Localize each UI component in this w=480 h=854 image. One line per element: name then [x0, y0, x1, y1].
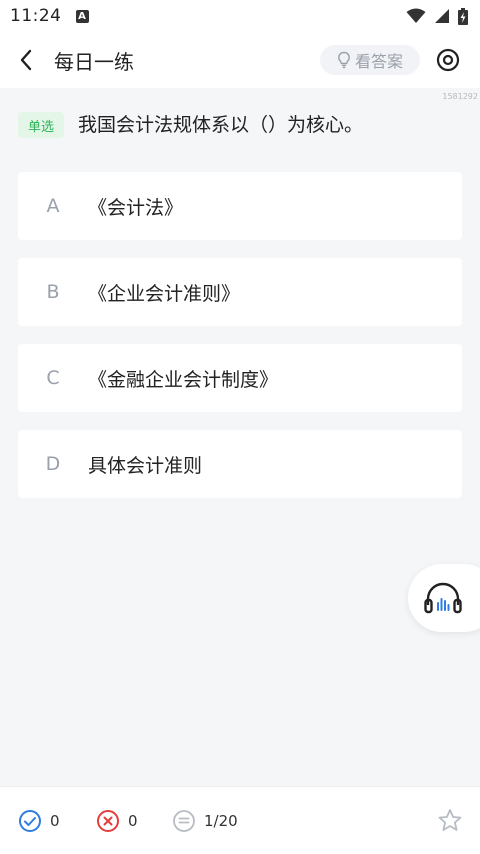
notification-a-icon: A	[75, 9, 89, 23]
option-d[interactable]: D 具体会计准则	[18, 430, 462, 498]
option-c[interactable]: C 《金融企业会计制度》	[18, 344, 462, 412]
signal-icon	[435, 9, 449, 23]
favorite-star-icon[interactable]	[436, 807, 464, 835]
question-content: 1581292 单选 我国会计法规体系以（）为核心。 A 《会计法》 B 《企业…	[0, 88, 480, 786]
back-arrow-icon	[20, 49, 32, 71]
question-id: 1581292	[442, 92, 478, 101]
settings-ring-icon	[436, 48, 460, 72]
option-letter: A	[46, 195, 60, 217]
correct-count-value: 0	[50, 812, 60, 830]
page-title: 每日一练	[54, 49, 134, 74]
status-bar: 11:24 A	[0, 0, 480, 32]
list-circle-icon	[173, 810, 195, 832]
wifi-icon	[406, 8, 426, 23]
status-time: 11:24	[10, 6, 62, 26]
option-text: 《会计法》	[88, 196, 184, 219]
question-type-badge: 单选	[18, 112, 65, 138]
question-progress[interactable]: 1/20	[172, 809, 238, 833]
option-letter: B	[46, 281, 60, 303]
option-a[interactable]: A 《会计法》	[18, 172, 462, 240]
question-text: 我国会计法规体系以（）为核心。	[78, 114, 364, 136]
wrong-count[interactable]: 0	[96, 809, 138, 833]
headphones-icon	[424, 582, 462, 614]
audio-button[interactable]	[408, 564, 480, 632]
check-circle-icon	[19, 810, 41, 832]
option-text: 《企业会计准则》	[88, 282, 241, 305]
app-header: 每日一练 看答案	[0, 32, 480, 88]
lightbulb-icon	[338, 51, 350, 69]
back-button[interactable]	[2, 32, 50, 88]
option-letter: D	[45, 453, 61, 475]
cross-circle-icon	[97, 810, 119, 832]
option-text: 具体会计准则	[88, 454, 203, 477]
battery-icon	[458, 7, 468, 25]
settings-button[interactable]	[432, 44, 464, 76]
status-icons	[406, 7, 468, 25]
question-block: 单选 我国会计法规体系以（）为核心。	[18, 110, 468, 140]
wrong-count-value: 0	[128, 812, 138, 830]
view-answer-button[interactable]: 看答案	[320, 45, 420, 75]
option-b[interactable]: B 《企业会计准则》	[18, 258, 462, 326]
option-text: 《金融企业会计制度》	[88, 368, 279, 391]
option-letter: C	[46, 367, 60, 389]
correct-count[interactable]: 0	[18, 809, 60, 833]
view-answer-label: 看答案	[354, 52, 403, 71]
bottom-bar: 0 0 1/20	[0, 786, 480, 854]
question-progress-value: 1/20	[204, 812, 238, 830]
